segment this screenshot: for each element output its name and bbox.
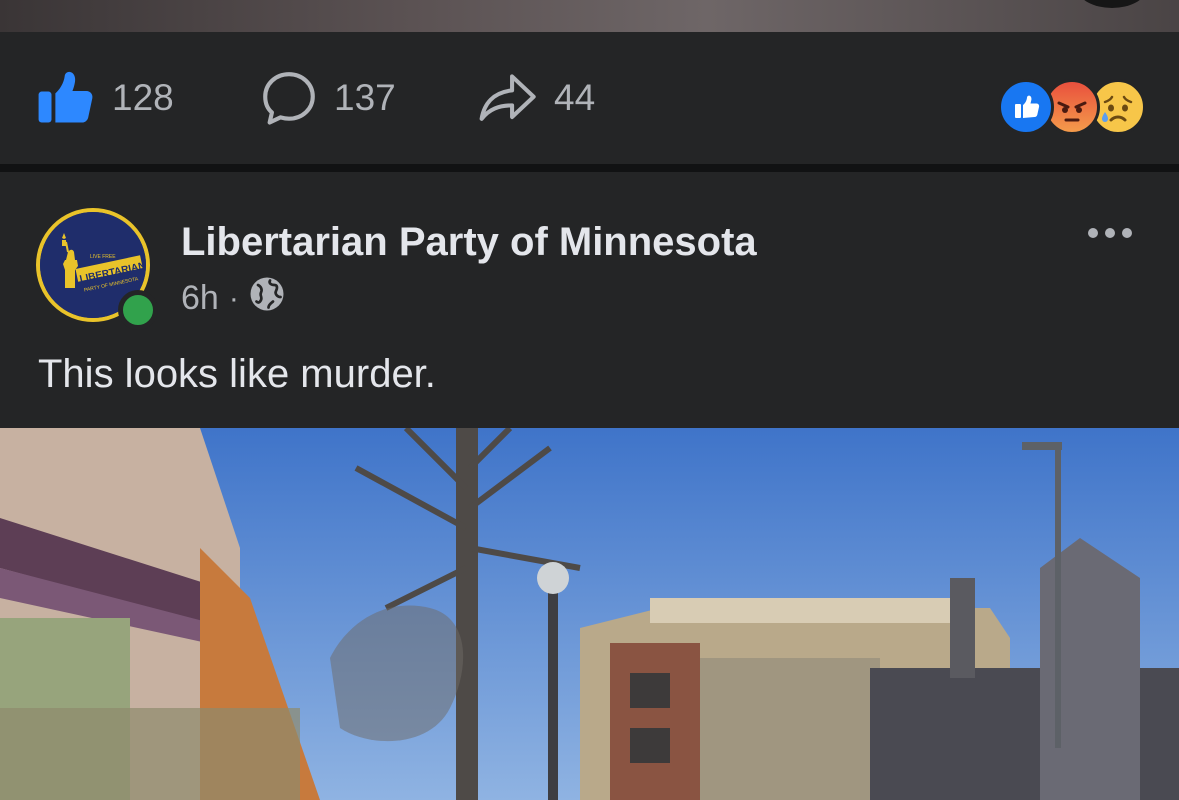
online-status-indicator [118, 290, 158, 330]
feed-post: LIVE FREE LIBERTARIAN PARTY OF MINNESOTA… [0, 172, 1179, 428]
like-count: 128 [112, 77, 174, 118]
post-action-bar: 128 137 44 [0, 32, 1179, 164]
post-meta: 6h · [181, 276, 285, 321]
like-button[interactable]: 128 [36, 32, 174, 164]
meta-separator: · [228, 281, 239, 315]
post-time[interactable]: 6h [181, 279, 219, 318]
share-button[interactable]: 44 [474, 32, 595, 164]
more-dot-icon [1088, 228, 1098, 238]
more-dot-icon [1122, 228, 1132, 238]
share-count: 44 [554, 77, 596, 118]
media-control-button[interactable] [1078, 0, 1146, 8]
comment-button[interactable]: 137 [258, 32, 396, 164]
globe-icon [249, 276, 285, 321]
post-text: This looks like murder. [38, 352, 436, 396]
more-dot-icon [1105, 228, 1115, 238]
post-options-button[interactable] [1088, 228, 1132, 238]
logo-tagline: LIVE FREE [90, 254, 116, 260]
reaction-summary[interactable] [998, 79, 1148, 135]
page-name[interactable]: Libertarian Party of Minnesota [181, 220, 757, 265]
thumbs-up-icon [36, 67, 98, 129]
feed-divider [0, 164, 1179, 172]
like-reaction-icon [998, 79, 1054, 135]
previous-post-media[interactable] [0, 0, 1179, 32]
video-frame-image [0, 428, 1179, 800]
post-video[interactable] [0, 428, 1179, 800]
share-arrow-icon [474, 67, 540, 129]
comment-count: 137 [334, 77, 396, 118]
comment-icon [258, 67, 320, 129]
